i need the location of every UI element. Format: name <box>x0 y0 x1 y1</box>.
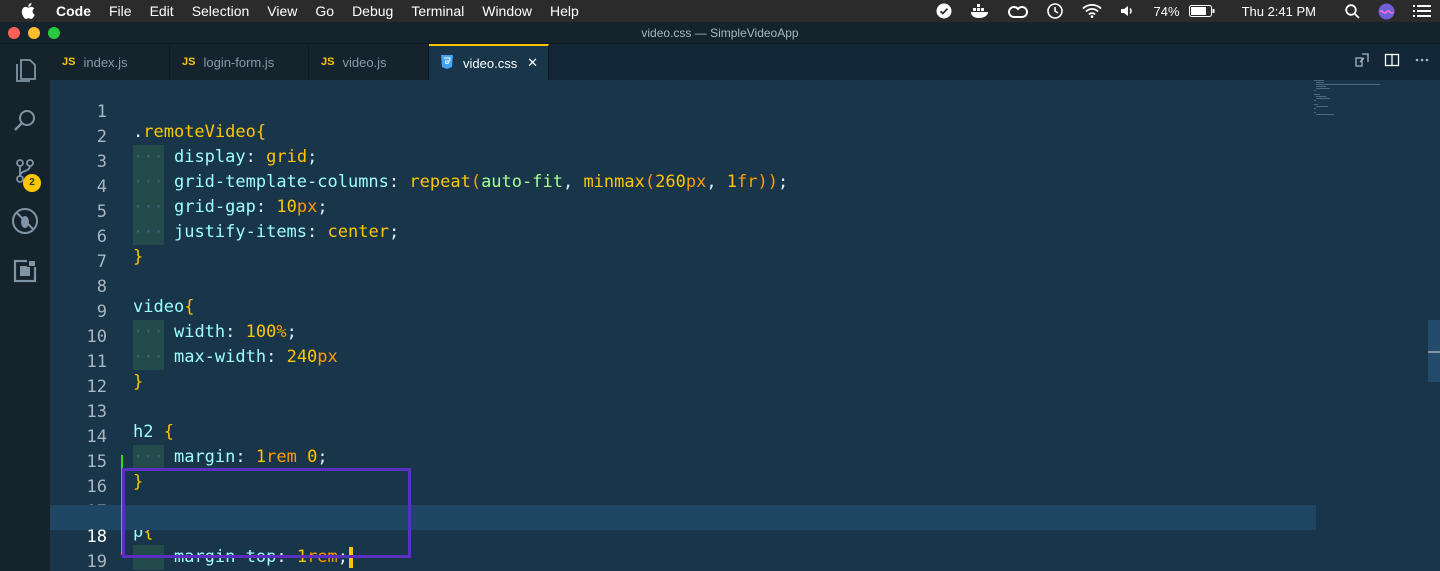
editor-actions <box>1354 44 1430 80</box>
code-line: 12 <box>50 355 1316 397</box>
debug-icon[interactable] <box>0 196 50 246</box>
minimap[interactable] <box>1314 80 1384 120</box>
code-line: 8 video{ <box>50 255 1316 317</box>
line-number: 19 <box>86 552 107 571</box>
code-line: 2 ··· display: grid; <box>50 105 1316 170</box>
menu-window[interactable]: Window <box>473 0 541 22</box>
menu-debug[interactable]: Debug <box>343 0 402 22</box>
annotation-highlight-box <box>122 468 411 558</box>
siri-icon[interactable] <box>1378 3 1395 20</box>
code-line: 13 h2 { <box>50 380 1316 442</box>
wifi-icon[interactable] <box>1081 4 1102 18</box>
code-editor[interactable]: 1 .remoteVideo{ 2 ··· display: grid; 3 ·… <box>50 80 1440 571</box>
extensions-icon[interactable] <box>0 246 50 296</box>
code-line: 10 ··· max-width: 240px <box>50 305 1316 370</box>
js-file-icon: JS <box>62 56 76 68</box>
window-title: video.css — SimpleVideoApp <box>641 26 799 40</box>
battery-percent[interactable]: 74% <box>1154 4 1180 19</box>
tab-login-form-js[interactable]: JS login-form.js <box>170 44 309 80</box>
window-titlebar: video.css — SimpleVideoApp <box>0 22 1440 44</box>
spotlight-icon[interactable] <box>1345 3 1360 19</box>
menu-help[interactable]: Help <box>541 0 588 22</box>
tab-label: video.css <box>463 55 518 71</box>
docker-icon[interactable] <box>970 4 990 18</box>
code-line: 14 ··· margin: 1rem 0; <box>50 405 1316 470</box>
code-line: 1 .remoteVideo{ <box>50 80 1316 142</box>
creative-cloud-icon[interactable] <box>1007 4 1028 18</box>
close-tab-icon[interactable]: ✕ <box>527 55 538 71</box>
explorer-icon[interactable] <box>0 46 50 96</box>
tab-index-js[interactable]: JS index.js <box>50 44 170 80</box>
tab-video-css[interactable]: video.css ✕ <box>429 44 549 80</box>
js-file-icon: JS <box>321 56 335 68</box>
scrollbar-cursor-marker <box>1428 351 1440 353</box>
menu-file[interactable]: File <box>100 0 141 22</box>
status-area: 74% Thu 2:41 PM <box>927 0 1440 22</box>
clock[interactable]: Thu 2:41 PM <box>1242 4 1316 19</box>
menu-bar: Code File Edit Selection View Go Debug T… <box>0 0 1440 22</box>
tab-bar: JS index.js JS login-form.js JS video.js… <box>50 44 1440 80</box>
more-actions-icon[interactable] <box>1414 52 1430 73</box>
code-line: 11 } <box>50 330 1316 392</box>
tab-video-js[interactable]: JS video.js <box>309 44 429 80</box>
time-machine-icon[interactable] <box>1046 2 1064 20</box>
css-file-icon <box>441 54 453 72</box>
code-line: 4 ··· grid-gap: 10px; <box>50 155 1316 220</box>
source-control-icon[interactable]: 2 <box>0 146 50 196</box>
code-line: 5 ··· justify-items: center; <box>50 180 1316 245</box>
code-line: 7 <box>50 230 1316 272</box>
tab-label: video.js <box>342 54 387 70</box>
tab-label: login-form.js <box>203 54 275 70</box>
menu-terminal[interactable]: Terminal <box>402 0 473 22</box>
activity-bar: 2 <box>0 44 50 571</box>
scm-badge: 2 <box>23 174 41 192</box>
tab-label: index.js <box>83 54 128 70</box>
open-changes-icon[interactable] <box>1354 52 1370 73</box>
volume-icon[interactable] <box>1120 4 1136 18</box>
code-line: 15 } <box>50 430 1316 492</box>
search-icon[interactable] <box>0 96 50 146</box>
battery-icon[interactable] <box>1188 5 1215 17</box>
menu-selection[interactable]: Selection <box>183 0 259 22</box>
code-line: 9 ··· width: 100%; <box>50 280 1316 345</box>
apple-icon[interactable] <box>0 0 56 22</box>
menu-app-name[interactable]: Code <box>56 0 100 22</box>
menu-go[interactable]: Go <box>306 0 343 22</box>
checkmark-icon[interactable] <box>936 3 952 19</box>
js-file-icon: JS <box>182 56 196 68</box>
code-line: 6 } <box>50 205 1316 267</box>
code-line: 3 ··· grid-template-columns: repeat(auto… <box>50 130 1316 195</box>
menu-view[interactable]: View <box>258 0 306 22</box>
split-editor-icon[interactable] <box>1384 52 1400 73</box>
notification-center-icon[interactable] <box>1413 4 1431 18</box>
menu-edit[interactable]: Edit <box>141 0 183 22</box>
